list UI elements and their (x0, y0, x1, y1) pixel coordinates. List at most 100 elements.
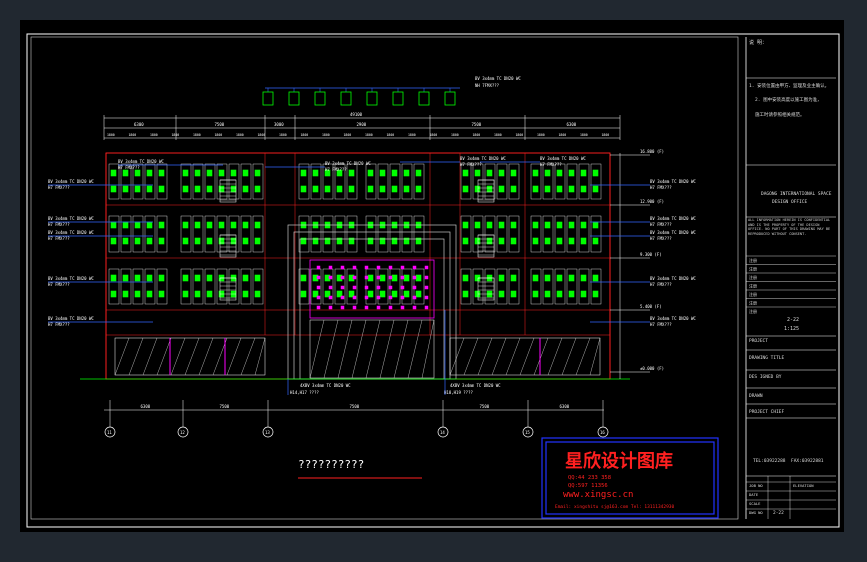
device-symbol (242, 274, 249, 282)
window-frame (228, 163, 240, 200)
cable-note: BV 3x4mm TC DN20 WC (48, 276, 94, 281)
window-frame (496, 268, 508, 305)
segment-dim: 3000 (274, 122, 284, 127)
device-symbol (580, 237, 587, 245)
device-symbol (218, 169, 225, 177)
window-frame (216, 268, 228, 305)
device-symbol (158, 290, 165, 298)
window-frame (180, 268, 192, 305)
atrium-device (328, 285, 333, 290)
device-symbol (146, 185, 153, 193)
window-frame (252, 163, 264, 200)
window-frame (156, 215, 168, 253)
cable-note: BV 3x4mm TC DN20 WC (650, 216, 696, 221)
bay-dim: 1800 (172, 133, 180, 137)
cable-note: BV 3x4mm TC DN20 WC (48, 216, 94, 221)
device-symbol (182, 274, 189, 282)
atrium-device (376, 295, 381, 300)
atrium-device (424, 295, 429, 300)
device-symbol (182, 185, 189, 193)
atrium-device (328, 265, 333, 270)
device-symbol (403, 185, 410, 193)
device-symbol (532, 274, 539, 282)
window-frame (508, 163, 520, 200)
atrium-device (352, 305, 357, 310)
cable-note: BV 3x4mm TC DN20 WC (48, 230, 94, 235)
device-symbol (206, 274, 213, 282)
notes-header: 说 明： (749, 39, 767, 46)
device-symbol (391, 169, 398, 177)
overall-dim: 49100 (350, 112, 363, 117)
cable-id: H7 FMX??? (48, 185, 70, 190)
atrium-device (340, 305, 345, 310)
glazing-hatch (170, 337, 186, 376)
glazing-hatch (337, 319, 353, 379)
device-symbol (498, 221, 505, 229)
window-frame (240, 268, 252, 305)
detector-symbol (392, 91, 404, 106)
glazing-hatch (309, 319, 325, 379)
window-frame (144, 163, 156, 200)
device-symbol (110, 185, 117, 193)
device-symbol (510, 237, 517, 245)
atrium-device (388, 275, 393, 280)
dwg-label: DWG NO (749, 510, 763, 515)
window-frame (413, 163, 425, 200)
glazing-hatch (351, 319, 367, 379)
drawn-label: DRAWN (749, 393, 763, 399)
glazing-panel (309, 319, 435, 379)
window-frame (108, 268, 120, 305)
device-symbol (300, 169, 307, 177)
bay-dim: 1800 (580, 133, 588, 137)
window-frame (132, 215, 144, 253)
drawing-no-value: 2-22 (773, 510, 784, 516)
atrium-device (340, 285, 345, 290)
window-frame (298, 215, 310, 253)
device-symbol (544, 237, 551, 245)
window-frame (578, 163, 590, 200)
device-symbol (403, 290, 410, 298)
glazing-hatch (491, 337, 507, 376)
window-frame (204, 163, 216, 200)
glazing-hatch (142, 337, 158, 376)
cable-id: H7 FMX??? (650, 236, 672, 241)
window-frame (346, 163, 358, 200)
device-symbol (568, 185, 575, 193)
cable-id: H7 FMX??? (48, 322, 70, 327)
device-symbol (110, 290, 117, 298)
sheet-value: ELEVATION (793, 483, 814, 488)
atrium-device (400, 285, 405, 290)
bottom-cable-note: 4XBV 3x4mm TC DN20 WC (300, 383, 351, 388)
cable-id: H7 FMX??? (460, 162, 482, 167)
window-frame (484, 215, 496, 253)
cable-note: BV 3x4mm TC DN20 WC (460, 156, 506, 161)
device-symbol (391, 185, 398, 193)
bottom-dim: 6300 (560, 404, 570, 409)
device-symbol (254, 169, 261, 177)
device-symbol (486, 221, 493, 229)
building-elevation: BV 3x4mm TC DN20 WC NH 7FMX??? 49100 6300 75… (48, 76, 696, 438)
axis-label: 15 (525, 430, 530, 435)
bay-dim: 1800 (559, 133, 567, 137)
cad-viewport[interactable]: 说 明： 1. 安装位置由甲方、监理及业主确认。 2. 图中安装高度以施工图为准… (20, 20, 844, 532)
title-block: 说 明： 1. 安装位置由甲方、监理及业主确认。 2. 图中安装高度以施工图为准… (745, 37, 836, 519)
window-frame (228, 215, 240, 253)
glazing-hatch (254, 337, 266, 376)
device-symbol (474, 221, 481, 229)
device-symbol (556, 185, 563, 193)
atrium-device (364, 275, 369, 280)
device-symbol (110, 169, 117, 177)
bay-dim: 1800 (258, 133, 266, 137)
device-symbol (110, 221, 117, 229)
bay-dim: 1800 (516, 133, 524, 137)
device-symbol (415, 185, 422, 193)
elevation-label: 12.900 (F) (640, 199, 664, 204)
atrium-device (364, 265, 369, 270)
device-symbol (134, 185, 141, 193)
bay-dim: 1800 (150, 133, 158, 137)
window-frame (132, 268, 144, 305)
device-symbol (254, 290, 261, 298)
window-frame (156, 268, 168, 305)
glazing-hatch (505, 337, 521, 376)
atrium-device (388, 295, 393, 300)
